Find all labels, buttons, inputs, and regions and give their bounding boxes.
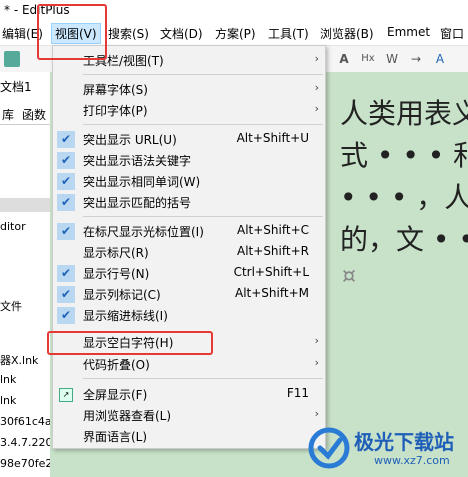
- wordwrap-icon[interactable]: W: [384, 51, 400, 67]
- save-icon[interactable]: [4, 51, 20, 67]
- menu-emmet[interactable]: Emmet: [387, 25, 430, 39]
- menu-item-view-in-browser[interactable]: 用浏览器查看(L) ›: [53, 405, 325, 426]
- chevron-right-icon: ›: [314, 81, 319, 94]
- watermark-url: www.xz7.com: [374, 454, 450, 467]
- editor-line: • • • ，人类: [340, 181, 468, 214]
- menu-item-show-line-numbers[interactable]: ✔ 显示行号(N) Ctrl+Shift+L: [53, 263, 325, 284]
- list-item[interactable]: 器X.lnk: [0, 352, 38, 368]
- menu-window[interactable]: 窗口: [440, 25, 464, 42]
- watermark-text: 极光下载站: [354, 430, 454, 454]
- list-item[interactable]: lnk: [0, 394, 16, 407]
- menu-item-print-font[interactable]: 打印字体(P) ›: [53, 100, 325, 121]
- list-item[interactable]: 30f61c4a: [0, 415, 50, 428]
- annotation-highlight-whitespace: [47, 331, 213, 355]
- menu-separator: [83, 74, 323, 75]
- editor-line: 人类用表义: [340, 97, 468, 130]
- chevron-right-icon: ›: [314, 334, 319, 347]
- chevron-right-icon: ›: [314, 407, 319, 420]
- list-item[interactable]: 98e70fe25b43a0: [0, 457, 50, 470]
- checkmark-icon: ✔: [57, 173, 75, 190]
- tab-library[interactable]: 库: [2, 106, 14, 123]
- menu-item-highlight-url[interactable]: ✔ 突出显示 URL(U) Alt+Shift+U: [53, 129, 325, 150]
- font-icon[interactable]: A: [336, 51, 352, 67]
- menu-separator: [83, 124, 323, 125]
- menu-item-ruler-cursor[interactable]: ✔ 在标尺显示光标位置(I) Alt+Shift+C: [53, 221, 325, 242]
- menu-search[interactable]: 搜索(S): [108, 25, 149, 42]
- list-item[interactable]: ditor: [0, 220, 26, 233]
- editor-line: 的，文 • • • 生: [340, 223, 468, 256]
- divider: [0, 124, 50, 125]
- checkmark-icon: ✔: [57, 131, 75, 148]
- annotation-highlight-view-menu: [37, 4, 107, 60]
- menu-browser[interactable]: 浏览器(B): [320, 25, 374, 42]
- list-item[interactable]: 文件: [0, 298, 22, 314]
- indent-icon[interactable]: →: [408, 51, 424, 67]
- menu-item-highlight-same-word[interactable]: ✔ 突出显示相同单词(W): [53, 171, 325, 192]
- text-color-icon[interactable]: A: [432, 51, 448, 67]
- chevron-right-icon: ›: [314, 102, 319, 115]
- selected-row: [0, 198, 50, 212]
- menu-item-screen-font[interactable]: 屏幕字体(S) ›: [53, 79, 325, 100]
- checkmark-icon: ✔: [57, 152, 75, 169]
- checkmark-icon: ✔: [57, 307, 75, 324]
- list-item[interactable]: lnk: [0, 373, 16, 386]
- tab-functions[interactable]: 函数: [22, 106, 46, 123]
- list-item[interactable]: 3.4.7.220: [0, 436, 50, 449]
- directory-panel: 文档1 库 函数 ditor 文件 器X.lnk lnk lnk 30f61c4…: [0, 72, 51, 477]
- menu-item-fullscreen[interactable]: ↗ 全屏显示(F) F11: [53, 384, 325, 405]
- menu-item-highlight-keywords[interactable]: ✔ 突出显示语法关键字: [53, 150, 325, 171]
- chevron-right-icon: ›: [314, 356, 319, 369]
- checkmark-icon: ✔: [57, 194, 75, 211]
- watermark: 极光下载站 www.xz7.com: [306, 424, 466, 474]
- whitespace-marker-icon: ¤: [342, 264, 356, 289]
- menu-item-code-folding[interactable]: 代码折叠(O) ›: [53, 354, 325, 375]
- checkmark-icon: ✔: [57, 223, 75, 240]
- checkmark-icon: ✔: [57, 286, 75, 303]
- menu-item-show-ruler[interactable]: 显示标尺(R) Alt+Shift+R: [53, 242, 325, 263]
- menu-separator: [83, 378, 323, 379]
- watermark-logo-icon: [308, 427, 350, 469]
- chevron-right-icon: ›: [314, 52, 319, 65]
- checkmark-icon: ✔: [57, 265, 75, 282]
- menu-tools[interactable]: 工具(T): [268, 25, 309, 42]
- hex-icon[interactable]: Hx: [360, 51, 376, 67]
- document-label[interactable]: 文档1: [0, 78, 32, 95]
- menu-separator: [83, 216, 323, 217]
- menu-item-show-indent-guides[interactable]: ✔ 显示缩进标线(I): [53, 305, 325, 326]
- menu-document[interactable]: 文档(D): [160, 25, 203, 42]
- fullscreen-icon: ↗: [59, 388, 73, 402]
- editor-line: 式 • • • 和工: [340, 139, 468, 172]
- menu-item-interface-language[interactable]: 界面语言(L) ›: [53, 426, 325, 447]
- view-menu-dropdown: 工具栏/视图(T) › 屏幕字体(S) › 打印字体(P) › ✔ 突出显示 U…: [52, 45, 326, 449]
- menu-project[interactable]: 方案(P): [215, 25, 256, 42]
- menu-item-highlight-brackets[interactable]: ✔ 突出显示匹配的括号: [53, 192, 325, 213]
- menu-item-show-column-markers[interactable]: ✔ 显示列标记(C) Alt+Shift+M: [53, 284, 325, 305]
